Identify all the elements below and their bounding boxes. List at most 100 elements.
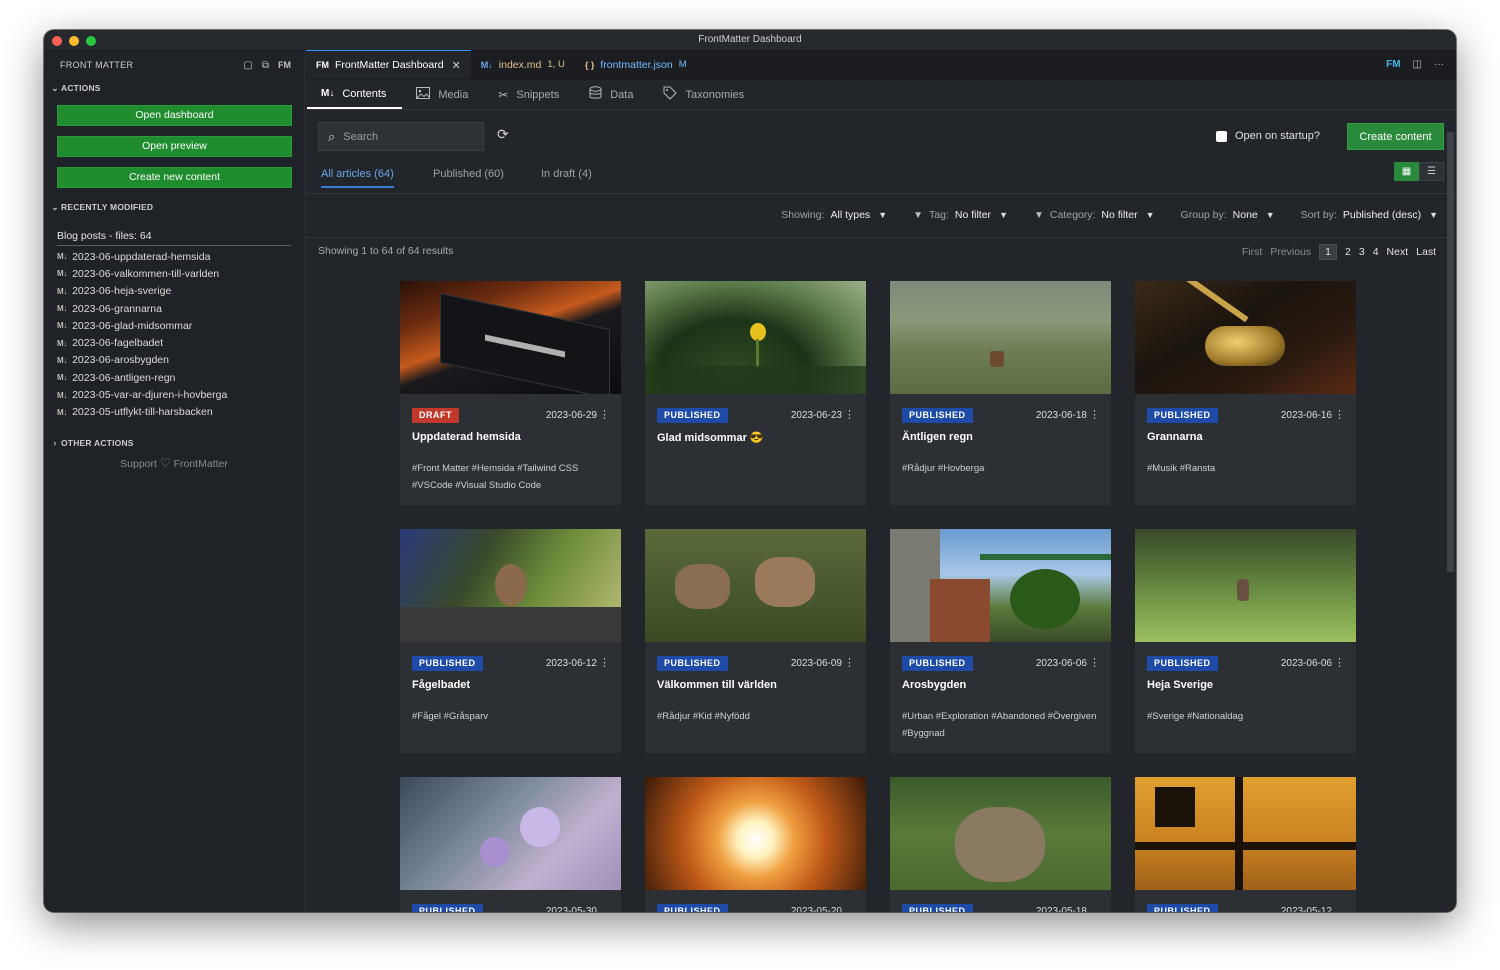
recent-file-item[interactable]: M↓ 2023-06-glad-midsommar bbox=[57, 317, 291, 334]
last-page-button[interactable]: Last bbox=[1416, 246, 1436, 258]
tab-in-draft[interactable]: In draft (4) bbox=[541, 168, 592, 186]
scrollbar[interactable] bbox=[1447, 132, 1454, 572]
recent-file-item[interactable]: M↓ 2023-06-antligen-regn bbox=[57, 369, 291, 386]
page-4-button[interactable]: 4 bbox=[1373, 246, 1379, 258]
card-image bbox=[645, 777, 866, 890]
recent-file-item[interactable]: M↓ 2023-06-fagelbadet bbox=[57, 334, 291, 351]
tab-contents[interactable]: M↓ Contents bbox=[307, 80, 403, 109]
showing-filter[interactable]: Showing: All types ▼ bbox=[781, 209, 887, 221]
card-date: 2023-06-23 bbox=[790, 410, 842, 421]
tag-filter[interactable]: ▼ Tag: No filter ▼ bbox=[913, 209, 1008, 221]
sort-by-select[interactable]: Sort by: Published (desc) ▼ bbox=[1301, 209, 1438, 221]
tab-media[interactable]: Media bbox=[402, 80, 484, 109]
card-title[interactable]: Heja Sverige bbox=[1147, 679, 1213, 691]
category-filter[interactable]: ▼ Category: No filter ▼ bbox=[1034, 209, 1155, 221]
card-title[interactable]: Grannarna bbox=[1147, 431, 1203, 443]
tab-all-articles[interactable]: All articles (64) bbox=[321, 168, 394, 188]
close-icon[interactable]: ✕ bbox=[452, 59, 461, 72]
frontmatter-logo-icon[interactable]: FM bbox=[278, 60, 291, 70]
status-badge: PUBLISHED bbox=[902, 408, 973, 423]
card-image bbox=[645, 529, 866, 642]
tab-snippets[interactable]: ✂ Snippets bbox=[484, 80, 575, 109]
card-title[interactable]: Uppdaterad hemsida bbox=[412, 431, 521, 443]
card-title[interactable]: Glad midsommar 😎 bbox=[657, 431, 764, 444]
content-card[interactable]: PUBLISHED 2023-06-18 ⋮ Äntligen regn #Rå… bbox=[890, 281, 1111, 505]
grid-view-icon[interactable]: ▦ bbox=[1394, 162, 1419, 181]
open-preview-button[interactable]: Open preview bbox=[57, 136, 292, 157]
more-actions-icon[interactable]: ··· bbox=[1434, 59, 1444, 70]
frontmatter-logo-icon[interactable]: FM bbox=[1386, 59, 1400, 70]
card-title[interactable]: Välkommen till världen bbox=[657, 679, 777, 691]
more-vertical-icon[interactable]: ⋮ bbox=[599, 656, 610, 669]
list-view-icon[interactable]: ☰ bbox=[1419, 162, 1444, 181]
markdown-icon: M↓ bbox=[57, 407, 68, 417]
status-badge: PUBLISHED bbox=[412, 904, 483, 912]
recent-file-item[interactable]: M↓ 2023-06-arosbygden bbox=[57, 352, 291, 369]
content-card[interactable]: PUBLISHED 2023-06-06 ⋮ Arosbygden #Urban… bbox=[890, 529, 1111, 753]
chevron-down-icon: ⌄ bbox=[51, 201, 59, 212]
group-by-select[interactable]: Group by: None ▼ bbox=[1181, 209, 1275, 221]
recent-file-item[interactable]: M↓ 2023-06-uppdaterad-hemsida bbox=[57, 248, 291, 265]
create-content-button[interactable]: Create content bbox=[1347, 123, 1444, 150]
previous-page-button[interactable]: Previous bbox=[1270, 246, 1311, 258]
feedback-icon[interactable]: ▢ bbox=[243, 60, 252, 71]
filter-icon: ▼ bbox=[1033, 210, 1044, 221]
tab-data[interactable]: Data bbox=[575, 80, 649, 109]
tab-published[interactable]: Published (60) bbox=[433, 168, 504, 186]
card-tags: #Musik #Ransta bbox=[1147, 463, 1216, 474]
more-vertical-icon[interactable]: ⋮ bbox=[1334, 656, 1345, 669]
page-3-button[interactable]: 3 bbox=[1359, 246, 1365, 258]
more-vertical-icon[interactable]: ⋮ bbox=[599, 408, 610, 421]
first-page-button[interactable]: First bbox=[1242, 246, 1262, 258]
recent-file-item[interactable]: M↓ 2023-05-var-ar-djuren-i-hovberga bbox=[57, 386, 291, 403]
card-title[interactable]: Fågelbadet bbox=[412, 679, 470, 691]
create-new-content-button[interactable]: Create new content bbox=[57, 167, 292, 188]
card-date: 2023-05-12 bbox=[1280, 906, 1332, 912]
content-card[interactable]: PUBLISHED 2023-06-06 ⋮ Heja Sverige #Sve… bbox=[1135, 529, 1356, 753]
search-input[interactable]: ⌕ Search bbox=[318, 122, 484, 151]
tab-frontmatter-dashboard[interactable]: FM FrontMatter Dashboard ✕ bbox=[306, 50, 471, 79]
actions-section-header[interactable]: ⌄ ACTIONS bbox=[44, 79, 304, 97]
open-dashboard-button[interactable]: Open dashboard bbox=[57, 105, 292, 126]
card-date: 2023-06-06 bbox=[1280, 658, 1332, 669]
recent-file-item[interactable]: M↓ 2023-06-grannarna bbox=[57, 300, 291, 317]
content-card[interactable]: PUBLISHED 2023-05-30 bbox=[400, 777, 621, 912]
copy-icon[interactable]: ⧉ bbox=[262, 60, 269, 71]
refresh-icon[interactable]: ⟳ bbox=[497, 126, 509, 143]
more-vertical-icon[interactable]: ⋮ bbox=[1089, 656, 1100, 669]
open-on-startup-toggle[interactable]: Open on startup? bbox=[1215, 130, 1320, 142]
card-date: 2023-05-20 bbox=[790, 906, 842, 912]
next-page-button[interactable]: Next bbox=[1387, 246, 1409, 258]
content-card[interactable]: DRAFT 2023-06-29 ⋮ Uppdaterad hemsida #F… bbox=[400, 281, 621, 505]
page-1-button[interactable]: 1 bbox=[1319, 244, 1338, 260]
content-card[interactable]: PUBLISHED 2023-05-18 bbox=[890, 777, 1111, 912]
markdown-icon: M↓ bbox=[57, 373, 68, 383]
card-title[interactable]: Arosbygden bbox=[902, 679, 966, 691]
more-vertical-icon[interactable]: ⋮ bbox=[1334, 408, 1345, 421]
split-editor-icon[interactable]: ◫ bbox=[1413, 59, 1422, 70]
recent-file-item[interactable]: M↓ 2023-06-valkommen-till-varlden bbox=[57, 265, 291, 282]
page-2-button[interactable]: 2 bbox=[1345, 246, 1351, 258]
other-actions-header[interactable]: › OTHER ACTIONS bbox=[44, 434, 304, 452]
recent-file-item[interactable]: M↓ 2023-06-heja-sverige bbox=[57, 283, 291, 300]
card-title[interactable]: Äntligen regn bbox=[902, 431, 973, 443]
content-card[interactable]: PUBLISHED 2023-05-20 bbox=[645, 777, 866, 912]
content-card[interactable]: PUBLISHED 2023-06-23 ⋮ Glad midsommar 😎 bbox=[645, 281, 866, 505]
content-card[interactable]: PUBLISHED 2023-06-09 ⋮ Välkommen till vä… bbox=[645, 529, 866, 753]
more-vertical-icon[interactable]: ⋮ bbox=[844, 656, 855, 669]
tab-index-md[interactable]: M↓ index.md 1, U bbox=[471, 50, 575, 79]
startup-checkbox[interactable] bbox=[1215, 130, 1227, 142]
support-link[interactable]: Support ♡ FrontMatter bbox=[44, 456, 304, 470]
content-card[interactable]: PUBLISHED 2023-06-12 ⋮ Fågelbadet #Fågel… bbox=[400, 529, 621, 753]
more-vertical-icon[interactable]: ⋮ bbox=[844, 408, 855, 421]
content-card[interactable]: PUBLISHED 2023-05-12 bbox=[1135, 777, 1356, 912]
recent-file-item[interactable]: M↓ 2023-05-utflykt-till-harsbacken bbox=[57, 404, 291, 421]
recently-modified-label: RECENTLY MODIFIED bbox=[61, 202, 154, 212]
recently-modified-header[interactable]: ⌄ RECENTLY MODIFIED bbox=[44, 198, 304, 216]
content-card[interactable]: PUBLISHED 2023-06-16 ⋮ Grannarna #Musik … bbox=[1135, 281, 1356, 505]
tab-taxonomies[interactable]: Taxonomies bbox=[649, 80, 760, 109]
tab-frontmatter-json[interactable]: { } frontmatter.json M bbox=[575, 50, 697, 79]
more-vertical-icon[interactable]: ⋮ bbox=[1089, 408, 1100, 421]
frontmatter-logo-icon: FM bbox=[316, 60, 329, 70]
status-badge: PUBLISHED bbox=[902, 904, 973, 912]
